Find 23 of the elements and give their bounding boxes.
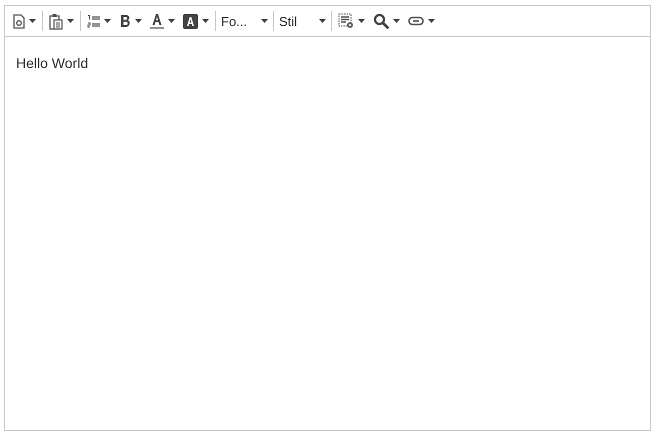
search-icon	[373, 13, 389, 29]
caret-icon	[358, 19, 365, 23]
caret-icon	[202, 19, 209, 23]
clipboard-icon	[49, 12, 63, 30]
caret-icon	[29, 19, 36, 23]
caret-icon	[261, 19, 268, 23]
document-icon	[13, 14, 25, 28]
caret-icon	[168, 19, 175, 23]
caret-icon	[319, 19, 326, 23]
caret-icon	[393, 19, 400, 23]
numbered-list-icon	[87, 14, 100, 28]
caret-icon	[428, 19, 435, 23]
caret-icon	[104, 19, 111, 23]
caret-icon	[67, 19, 74, 23]
text-color-icon	[150, 13, 164, 29]
body-text: Hello World	[15, 54, 90, 71]
dropdown[interactable]: Fo...	[218, 9, 271, 33]
table-icon	[338, 13, 354, 29]
caret-icon	[135, 19, 142, 23]
dropdown[interactable]: Stil	[276, 9, 329, 33]
highlight-color-icon	[183, 14, 198, 28]
link-icon	[408, 16, 424, 26]
bold-icon	[119, 14, 131, 28]
